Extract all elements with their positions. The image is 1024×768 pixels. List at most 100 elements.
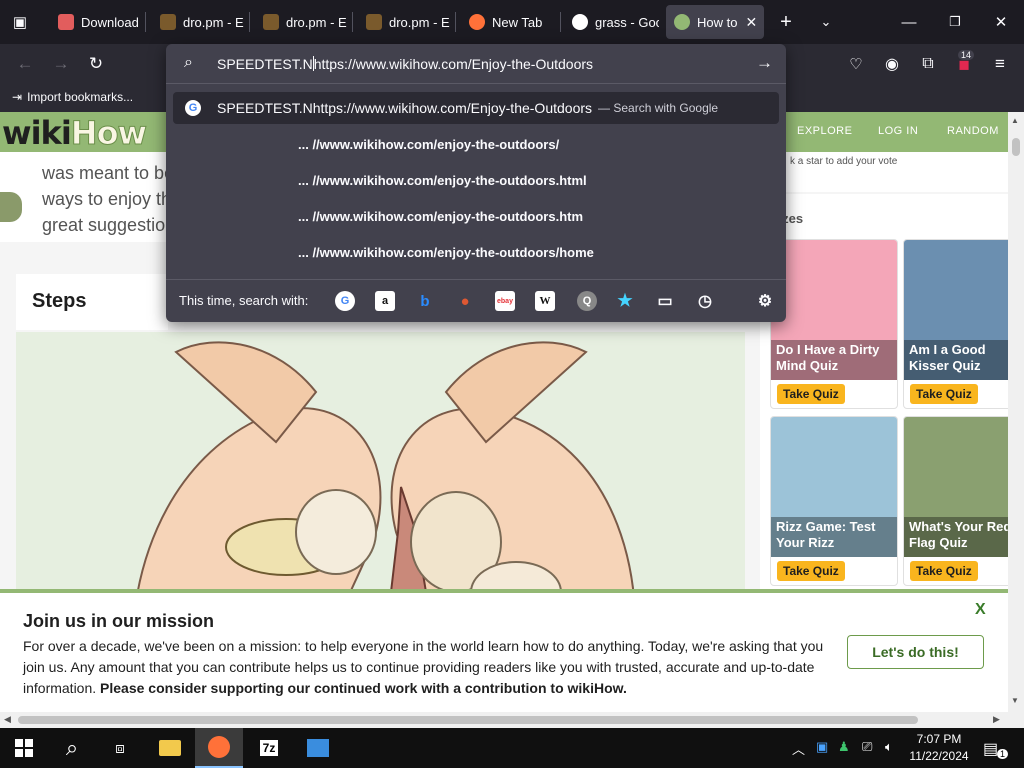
gear-icon[interactable]: ⚙	[755, 291, 775, 311]
take-quiz-button[interactable]: Take Quiz	[777, 561, 845, 581]
search-icon: ⌕	[184, 54, 193, 71]
scroll-left-icon[interactable]: ◀	[4, 714, 11, 725]
suggestion-text: SPEEDTEST.Nhttps://www.wikihow.com/Enjoy…	[217, 100, 593, 116]
quiz-card[interactable]: Rizz Game: Test Your Rizz Take Quiz	[770, 416, 898, 586]
tab-separator	[352, 12, 353, 32]
horizontal-scrollbar[interactable]: ◀ ▶	[0, 712, 1008, 728]
close-window-icon[interactable]: ✕	[978, 0, 1024, 44]
mission-title: Join us in our mission	[23, 611, 215, 631]
amazon-icon[interactable]: a	[375, 291, 395, 311]
device-tray-icon[interactable]: ▣	[816, 739, 828, 755]
extensions-badge: 14	[958, 50, 975, 60]
chevron-up-icon[interactable]: ︿	[792, 739, 805, 758]
import-bookmarks-button[interactable]: ⇥ Import bookmarks...	[12, 90, 133, 104]
suggestion-url[interactable]: ... //www.wikihow.com/enjoy-the-outdoors…	[173, 128, 779, 160]
ebay-icon[interactable]: ebay	[495, 291, 515, 311]
chevron-down-icon[interactable]: ⌄	[811, 7, 841, 37]
scroll-up-icon[interactable]: ▲	[1011, 116, 1019, 125]
quiz-card[interactable]: What's Your Red Flag Quiz Take Quiz	[903, 416, 1008, 586]
vertical-scroll-thumb[interactable]	[1012, 138, 1020, 156]
tab-new-tab[interactable]: New Tab	[461, 5, 556, 39]
wikipedia-icon[interactable]: W	[535, 291, 555, 311]
close-icon[interactable]: X	[975, 601, 986, 619]
quiz-card[interactable]: Do I Have a Dirty Mind Quiz Take Quiz	[770, 239, 898, 409]
tab-dropm-1[interactable]: dro.pm - E	[152, 5, 244, 39]
suggestion-url[interactable]: ... //www.wikihow.com/enjoy-the-outdoors…	[173, 236, 779, 268]
extensions-icon[interactable]: ⧉	[913, 49, 943, 79]
nav-random[interactable]: RANDOM	[947, 125, 999, 137]
firefox-taskbar-icon[interactable]	[195, 728, 243, 768]
history-icon[interactable]: ◷	[695, 291, 715, 311]
forward-icon[interactable]: →	[46, 49, 76, 79]
tab-dropm-3[interactable]: dro.pm - E	[358, 5, 450, 39]
quiz-card[interactable]: Am I a Good Kisser Quiz Take Quiz	[903, 239, 1008, 409]
tab-download[interactable]: Download	[50, 5, 140, 39]
suggestion-url[interactable]: ... //www.wikihow.com/enjoy-the-outdoors…	[173, 200, 779, 232]
notification-icon[interactable]: ▤	[983, 739, 998, 759]
suggestion-url[interactable]: ... //www.wikihow.com/enjoy-the-outdoors…	[173, 164, 779, 196]
suggestion-text: ... //www.wikihow.com/enjoy-the-outdoors…	[298, 136, 560, 152]
nav-login[interactable]: LOG IN	[878, 125, 918, 137]
minimize-icon[interactable]: —	[886, 0, 932, 44]
tab-dropm-2[interactable]: dro.pm - E	[255, 5, 347, 39]
search-icon[interactable]: ⌕	[48, 728, 96, 768]
menu-icon[interactable]: ≡	[985, 49, 1015, 79]
windows-start-icon[interactable]	[0, 728, 48, 768]
clock-date: 11/22/2024	[909, 749, 969, 763]
tab-separator	[560, 12, 561, 32]
wikihow-logo[interactable]: wikiHow	[2, 114, 148, 153]
close-tab-icon[interactable]: ✕	[745, 14, 757, 31]
tab-grass-google[interactable]: grass - Goo	[564, 5, 659, 39]
firefox-icon	[208, 736, 230, 758]
intro-line: great suggestio	[42, 215, 166, 235]
search-with-bar: This time, search with: G a b ● ebay W Q…	[166, 279, 786, 322]
bing-icon[interactable]: b	[415, 291, 435, 311]
duckduckgo-icon[interactable]: ●	[455, 291, 475, 311]
network-icon[interactable]: ⎚	[862, 739, 872, 755]
tabs-icon[interactable]: ▭	[655, 291, 675, 311]
clock[interactable]: 7:07 PM 11/22/2024	[908, 731, 970, 765]
extension-search-icon[interactable]: Q	[577, 291, 597, 311]
clock-time: 7:07 PM	[916, 732, 962, 746]
rating-strip: k a star to add your vote	[760, 152, 1008, 192]
account-icon[interactable]: ◉	[877, 49, 907, 79]
scroll-down-icon[interactable]: ▼	[1011, 696, 1019, 705]
take-quiz-button[interactable]: Take Quiz	[910, 384, 978, 404]
file-explorer-icon[interactable]	[146, 728, 194, 768]
tab-how-to[interactable]: How to ✕	[666, 5, 764, 39]
url-text[interactable]: SPEEDTEST.Nhttps://www.wikihow.com/Enjoy…	[217, 56, 593, 72]
take-quiz-button[interactable]: Take Quiz	[777, 384, 845, 404]
7zip-icon[interactable]: 7z	[245, 728, 293, 768]
scroll-right-icon[interactable]: ▶	[993, 714, 1000, 725]
tab-favicon-icon	[160, 14, 176, 30]
url-input[interactable]: ⌕ SPEEDTEST.Nhttps://www.wikihow.com/Enj…	[166, 44, 786, 84]
firefox-view-icon[interactable]: ▣	[5, 7, 35, 37]
quiz-title: What's Your Red Flag Quiz	[904, 517, 1008, 557]
tab-label: Download	[81, 14, 139, 30]
task-view-icon[interactable]: ⧈	[96, 728, 144, 768]
tab-label: dro.pm - E	[183, 14, 244, 30]
back-icon[interactable]: ←	[10, 49, 40, 79]
bookmarks-star-icon[interactable]: ★	[615, 291, 635, 311]
nav-explore[interactable]: EXPLORE	[797, 125, 852, 137]
take-quiz-button[interactable]: Take Quiz	[910, 561, 978, 581]
suggestion-search-google[interactable]: G SPEEDTEST.Nhttps://www.wikihow.com/Enj…	[173, 92, 779, 124]
google-icon[interactable]: G	[335, 291, 355, 311]
plus-icon[interactable]: +	[771, 7, 801, 37]
steps-header: Steps	[16, 274, 168, 330]
logo-wiki: wiki	[2, 114, 72, 152]
reload-icon[interactable]: ↻	[81, 49, 111, 79]
user-tray-icon[interactable]: ♟	[838, 739, 850, 755]
restore-icon[interactable]: ❐	[932, 0, 978, 44]
intro-line: was meant to be	[42, 163, 175, 183]
horizontal-scroll-thumb[interactable]	[18, 716, 918, 724]
lets-do-this-button[interactable]: Let's do this!	[847, 635, 984, 669]
go-arrow-icon[interactable]: →	[756, 53, 773, 73]
quiz-title: Am I a Good Kisser Quiz	[904, 340, 1008, 380]
intro-text: was meant to be ways to enjoy th great s…	[42, 160, 182, 238]
control-panel-icon[interactable]	[294, 728, 342, 768]
pocket-icon[interactable]: ♡	[841, 49, 871, 79]
volume-icon[interactable]: 🔈︎	[885, 739, 893, 755]
mission-body: For over a decade, we've been on a missi…	[23, 636, 831, 699]
vertical-scrollbar[interactable]: ▲ ▼	[1008, 112, 1024, 712]
